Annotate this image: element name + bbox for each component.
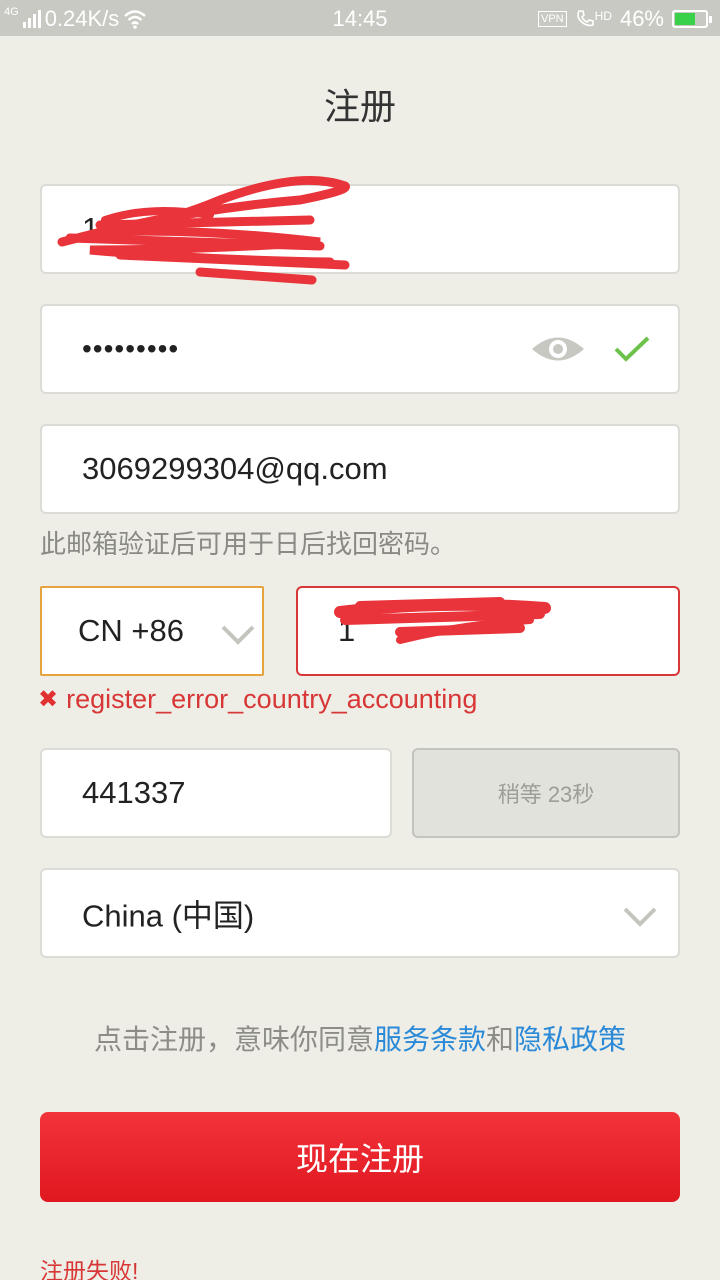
country-code-value: CN +86 [78,613,184,648]
error-icon: ✖ [38,686,59,713]
check-icon [614,336,650,362]
username-field[interactable]: 13 [40,184,680,274]
agreement-prefix: 点击注册，意味你同意 [93,1024,374,1055]
terms-link[interactable]: 服务条款 [374,1024,486,1055]
vpn-icon: VPN [537,11,567,27]
email-field[interactable]: 3069299304@qq.com [40,424,680,514]
agreement-text: 点击注册，意味你同意服务条款和隐私政策 [0,1018,720,1058]
register-button[interactable]: 现在注册 [40,1112,680,1202]
chevron-down-icon [623,907,657,927]
phone-error-text: register_error_country_accounting [66,684,478,714]
call-hd-icon: HD [575,9,612,29]
phone-value: 1 [338,613,356,648]
resend-code-button[interactable]: 稍等 23秒 [412,748,680,838]
username-value: 13 [82,211,117,246]
battery-percent: 46% [619,6,664,31]
eye-icon[interactable] [530,332,586,366]
privacy-link[interactable]: 隐私政策 [514,1024,626,1055]
phone-field[interactable]: 1 [296,586,680,676]
region-select[interactable]: China (中国) [40,868,680,958]
battery-icon [672,10,712,28]
password-value: ••••••••• [82,333,180,364]
region-value: China (中国) [82,898,255,934]
password-field[interactable]: ••••••••• [40,304,680,394]
email-hint: 此邮箱验证后可用于日后找回密码。 [40,529,457,559]
country-code-select[interactable]: CN +86 [40,586,264,676]
phone-error: ✖ register_error_country_accounting [38,684,477,715]
chevron-down-icon [221,625,255,645]
failure-message: 注册失败! [40,1258,139,1280]
verification-code-value: 441337 [82,775,186,810]
verification-code-field[interactable]: 441337 [40,748,392,838]
page-title: 注册 [323,86,396,127]
email-value: 3069299304@qq.com [82,451,388,486]
agreement-conjunction: 和 [486,1024,515,1055]
status-right: VPN HD 46% [537,6,712,32]
status-bar: 4G 0.24K/s 14:45 VPN HD 46% [0,0,720,36]
hd-label: HD [594,9,612,23]
